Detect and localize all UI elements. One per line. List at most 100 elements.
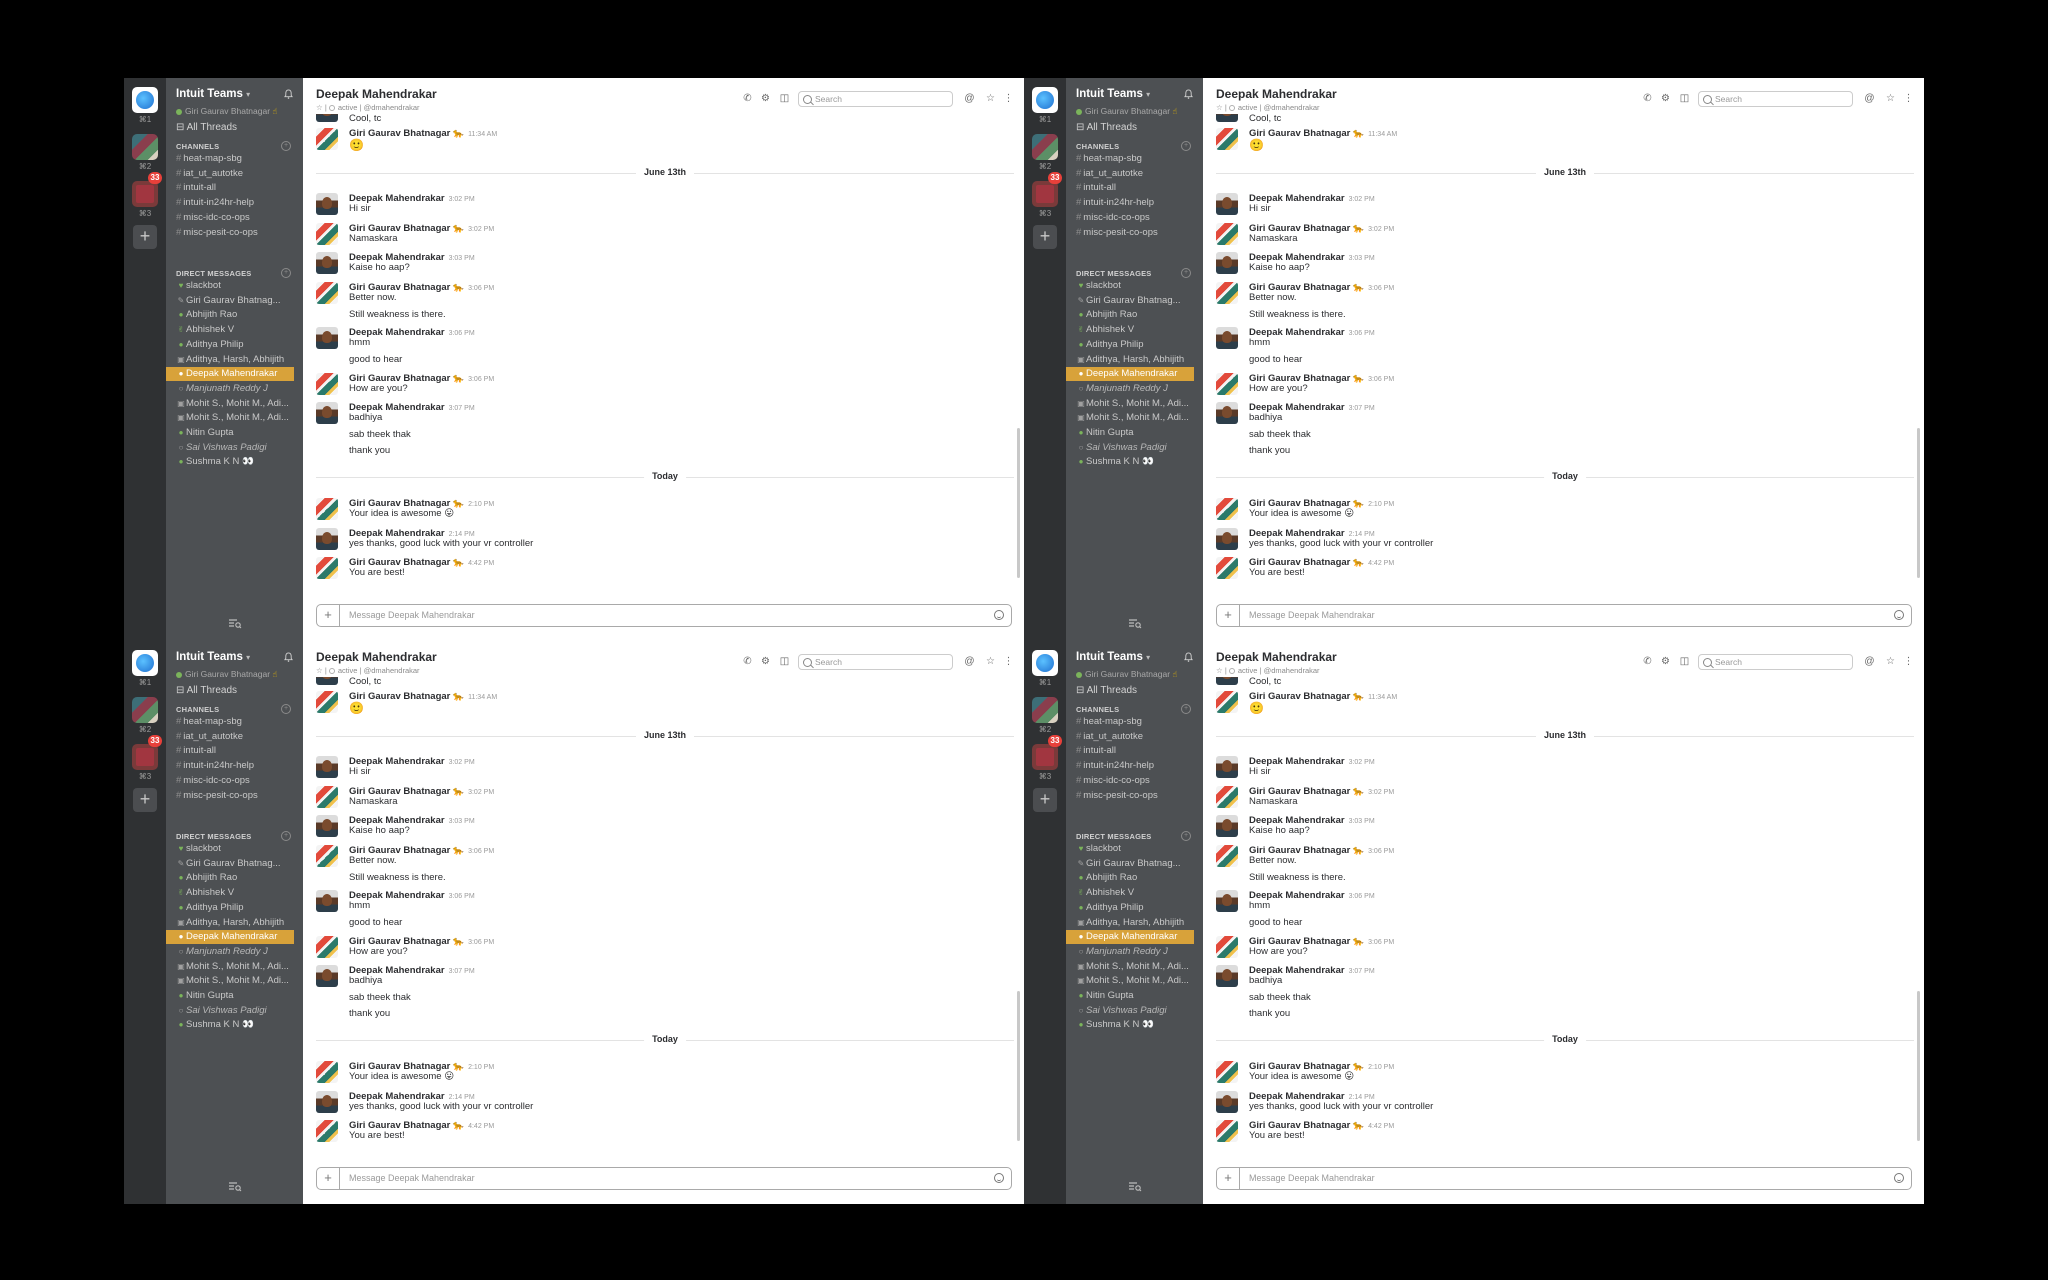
search-input[interactable]: Search	[798, 654, 953, 670]
sidebar-item-dm[interactable]: ● Deepak Mahendrakar	[1066, 367, 1194, 382]
avatar[interactable]	[316, 677, 338, 685]
avatar[interactable]	[1216, 402, 1238, 424]
gear-icon[interactable]: ⚙	[1660, 656, 1671, 667]
avatar[interactable]	[316, 756, 338, 778]
avatar[interactable]	[316, 114, 338, 122]
team-icon-3[interactable]	[1032, 744, 1058, 770]
sidebar-item-channel[interactable]: # heat-map-sbg	[166, 152, 303, 166]
search-input[interactable]: Search	[798, 91, 953, 107]
sidebar-item-channel[interactable]: # misc-pesit-co-ops	[1066, 226, 1203, 240]
avatar[interactable]	[1216, 128, 1238, 150]
direct-messages-header[interactable]: DIRECT MESSAGES	[1076, 832, 1152, 841]
sidebar-item-dm[interactable]: ▣Mohit S., Mohit M., Adi...	[1066, 974, 1203, 988]
sidebar-item-dm[interactable]: ✌ Abhishek V	[1066, 886, 1203, 900]
scrollbar[interactable]	[1017, 991, 1020, 1141]
sidebar-item-channel[interactable]: # iat_ut_autotke	[1066, 167, 1203, 181]
timestamp[interactable]: 11:34 AM	[468, 131, 497, 138]
avatar[interactable]	[316, 557, 338, 579]
timestamp[interactable]: 3:03 PM	[1349, 255, 1375, 262]
sidebar-item-channel[interactable]: # misc-idc-co-ops	[1066, 774, 1203, 788]
sidebar-item-channel[interactable]: # misc-idc-co-ops	[166, 211, 303, 225]
sidebar-item-dm[interactable]: ● Sushma K N 👀	[1066, 455, 1203, 469]
timestamp[interactable]: 3:06 PM	[449, 893, 475, 900]
sidebar-item-dm[interactable]: ● Sushma K N 👀	[166, 1018, 303, 1032]
channels-header[interactable]: CHANNELS	[1076, 142, 1119, 151]
starred-icon[interactable]: ☆	[1885, 93, 1896, 104]
sidebar-item-dm[interactable]: ✌ Abhishek V	[166, 323, 303, 337]
emoji-icon[interactable]	[1894, 1173, 1904, 1183]
sidebar-item-dm[interactable]: ▣Mohit S., Mohit M., Adi...	[166, 974, 303, 988]
add-team-button[interactable]: +	[133, 225, 157, 249]
emoji-icon[interactable]	[994, 610, 1004, 620]
conversation-title[interactable]: Deepak Mahendrakar	[1216, 87, 1337, 101]
attach-button[interactable]: +	[1217, 605, 1240, 626]
sidebar-item-dm[interactable]: ▣Adithya, Harsh, Abhijith	[166, 916, 303, 930]
timestamp[interactable]: 3:02 PM	[449, 196, 475, 203]
sidebar-item-dm[interactable]: ○ Manjunath Reddy J	[1066, 382, 1203, 396]
sidebar-item-dm[interactable]: ● Adithya Philip	[166, 901, 303, 915]
timestamp[interactable]: 4:42 PM	[1368, 1123, 1394, 1130]
search-input[interactable]: Search	[1698, 654, 1853, 670]
avatar[interactable]	[1216, 557, 1238, 579]
sidebar-item-channel[interactable]: # intuit-in24hr-help	[1066, 759, 1203, 773]
gear-icon[interactable]: ⚙	[1660, 93, 1671, 104]
sidebar-item-dm[interactable]: ● Abhijith Rao	[166, 308, 303, 322]
avatar[interactable]	[316, 815, 338, 837]
avatar[interactable]	[1216, 372, 1238, 395]
add-team-button[interactable]: +	[1033, 225, 1057, 249]
sidebar-item-dm[interactable]: ✌ Abhishek V	[166, 886, 303, 900]
current-user[interactable]: Giri Gaurav Bhatnagar ☝	[176, 669, 278, 680]
quick-switcher-icon[interactable]	[1128, 1182, 1142, 1192]
quick-switcher-icon[interactable]	[228, 619, 242, 629]
message-author[interactable]: Giri Gaurav Bhatnagar 🐆 11:34 AM	[1249, 691, 1397, 702]
timestamp[interactable]: 11:34 AM	[1368, 694, 1397, 701]
avatar[interactable]	[1216, 815, 1238, 837]
direct-messages-header[interactable]: DIRECT MESSAGES	[176, 269, 252, 278]
starred-icon[interactable]: ☆	[985, 93, 996, 104]
channels-header[interactable]: CHANNELS	[176, 142, 219, 151]
timestamp[interactable]: 3:07 PM	[449, 968, 475, 975]
sidebar-item-dm[interactable]: ♥ slackbot	[1066, 279, 1203, 293]
sidebar-item-channel[interactable]: # heat-map-sbg	[166, 715, 303, 729]
starred-icon[interactable]: ☆	[985, 656, 996, 667]
timestamp[interactable]: 3:02 PM	[1368, 789, 1394, 796]
timestamp[interactable]: 3:02 PM	[449, 759, 475, 766]
avatar[interactable]	[1216, 222, 1238, 245]
timestamp[interactable]: 4:42 PM	[468, 1123, 494, 1130]
timestamp[interactable]: 2:10 PM	[468, 1064, 494, 1071]
phone-icon[interactable]: ✆	[1642, 93, 1653, 104]
avatar[interactable]	[316, 890, 338, 912]
sidebar-item-channel[interactable]: # misc-pesit-co-ops	[166, 226, 303, 240]
avatar[interactable]	[1216, 890, 1238, 912]
team-icon-3[interactable]	[1032, 181, 1058, 207]
sidebar-item-dm[interactable]: ✎ Giri Gaurav Bhatnag...	[1066, 294, 1203, 308]
message-composer[interactable]: + Message Deepak Mahendrakar	[1216, 1167, 1912, 1190]
avatar[interactable]	[1216, 756, 1238, 778]
timestamp[interactable]: 2:14 PM	[1349, 531, 1375, 538]
mentions-icon[interactable]: @	[964, 656, 975, 667]
avatar[interactable]	[316, 372, 338, 395]
star-icon[interactable]: ☆	[1216, 103, 1223, 112]
team-icon-3[interactable]	[132, 181, 158, 207]
sidebar-item-dm[interactable]: ○ Sai Vishwas Padigi	[1066, 441, 1203, 455]
add-team-button[interactable]: +	[133, 788, 157, 812]
sidebar-item-dm[interactable]: ● Nitin Gupta	[166, 426, 303, 440]
sidebar-item-dm[interactable]: ✎ Giri Gaurav Bhatnag...	[166, 857, 303, 871]
attach-button[interactable]: +	[317, 1168, 340, 1189]
sidebar-item-channel[interactable]: # misc-idc-co-ops	[1066, 211, 1203, 225]
sidebar-item-channel[interactable]: # intuit-all	[1066, 181, 1203, 195]
timestamp[interactable]: 11:34 AM	[1368, 131, 1397, 138]
scrollbar[interactable]	[1017, 428, 1020, 578]
avatar[interactable]	[316, 965, 338, 987]
sidebar-toggle-icon[interactable]: ◫	[779, 656, 790, 667]
timestamp[interactable]: 3:06 PM	[449, 330, 475, 337]
avatar[interactable]	[316, 844, 338, 867]
sidebar-item-dm[interactable]: ▣Mohit S., Mohit M., Adi...	[166, 960, 303, 974]
star-icon[interactable]: ☆	[1216, 666, 1223, 675]
avatar[interactable]	[1216, 965, 1238, 987]
message-author[interactable]: Giri Gaurav Bhatnagar 🐆 11:34 AM	[1249, 128, 1397, 139]
timestamp[interactable]: 3:06 PM	[1368, 376, 1394, 383]
sidebar-toggle-icon[interactable]: ◫	[779, 93, 790, 104]
bell-icon[interactable]	[1184, 652, 1193, 662]
avatar[interactable]	[316, 498, 338, 520]
